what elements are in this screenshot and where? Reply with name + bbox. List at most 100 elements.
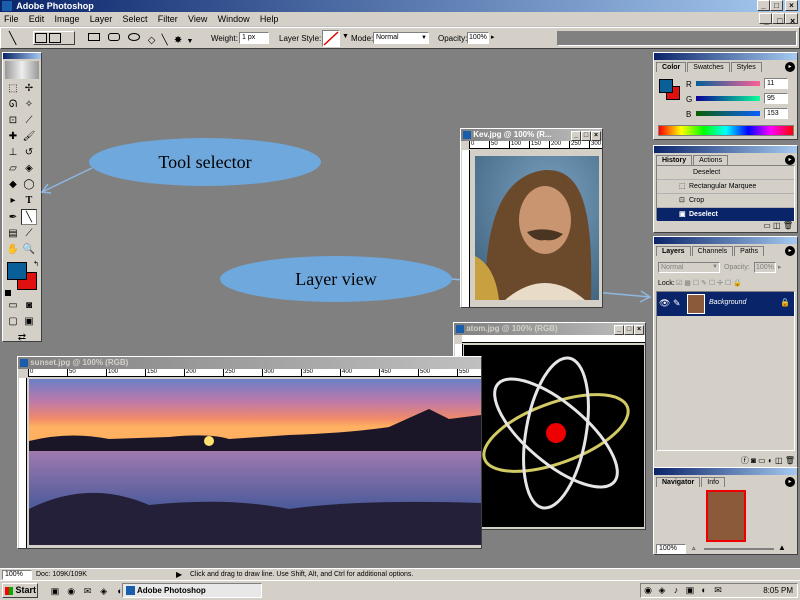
status-arrow-icon[interactable]: ▶	[176, 570, 182, 579]
tray-icon[interactable]: ▣	[684, 584, 696, 596]
g-slider[interactable]	[696, 96, 760, 101]
blur-tool-icon[interactable]: ◆	[5, 177, 21, 193]
notes-tool-icon[interactable]: ▤	[5, 226, 21, 242]
layer-style-swatch[interactable]	[322, 30, 340, 47]
history-brush-icon[interactable]: ↺	[21, 145, 37, 161]
opacity-arrow-icon[interactable]: ▸	[491, 33, 495, 41]
jump-to-imageready-icon[interactable]: ⇄	[5, 330, 39, 346]
pen-tool-icon[interactable]: ✒	[5, 210, 21, 226]
lock-all-checkbox[interactable]: ☐	[725, 280, 731, 287]
panel-menu-icon[interactable]: ▸	[785, 246, 795, 256]
lock-transparency-checkbox[interactable]: ☑	[676, 280, 682, 287]
menu-view[interactable]: View	[184, 14, 211, 24]
doc-restore-button[interactable]: □	[772, 13, 785, 26]
history-item[interactable]: Deselect	[657, 166, 794, 180]
history-item[interactable]: ⊡ Crop	[657, 194, 794, 208]
start-button[interactable]: Start	[2, 583, 38, 598]
marquee-tool-icon[interactable]: ⬚	[5, 81, 21, 97]
tab-actions[interactable]: Actions	[693, 155, 729, 165]
move-tool-icon[interactable]: ✢	[21, 81, 37, 97]
kev-maximize-button[interactable]: □	[581, 131, 591, 141]
tray-icon[interactable]: ◐	[698, 584, 710, 596]
trash-icon[interactable]: 🗑	[783, 221, 793, 230]
new-layer-icon[interactable]: ◫	[775, 456, 783, 465]
rounded-rectangle-icon[interactable]	[108, 33, 121, 41]
hand-tool-icon[interactable]: ✋	[5, 242, 21, 258]
menu-file[interactable]: File	[0, 14, 23, 24]
line-tool-icon[interactable]: ╲	[9, 31, 23, 45]
screen-mode-1-icon[interactable]: ▢	[5, 314, 21, 330]
r-slider[interactable]	[696, 81, 760, 86]
doc-close-button[interactable]: ×	[785, 13, 798, 26]
menu-help[interactable]: Help	[256, 14, 283, 24]
tray-icon[interactable]: ◉	[642, 584, 654, 596]
doc-minimize-button[interactable]: _	[759, 13, 772, 26]
zoom-in-icon[interactable]: ▲	[778, 543, 786, 552]
menu-image[interactable]: Image	[51, 14, 84, 24]
lock-move-checkbox[interactable]: ☐	[709, 280, 715, 287]
status-zoom[interactable]: 100%	[2, 570, 32, 580]
navigator-preview[interactable]	[706, 490, 746, 542]
layer-row-background[interactable]: 👁 ✎ Background 🔒	[657, 292, 794, 316]
polygon-icon[interactable]: ◇	[148, 35, 156, 46]
foreground-color[interactable]	[7, 262, 27, 280]
rectangle-shape-icon[interactable]	[88, 33, 100, 41]
lock-paint-checkbox[interactable]: ☐	[693, 280, 699, 287]
r-value[interactable]: 11	[764, 78, 788, 89]
default-colors-icon[interactable]	[5, 290, 11, 296]
sunset-document-window[interactable]: sunset.jpg @ 100% (RGB) 0 50 100 150 200 250 3…	[17, 356, 482, 549]
navigator-zoom-input[interactable]: 100%	[656, 544, 686, 554]
minimize-button[interactable]: _	[757, 0, 770, 11]
layers-opacity-input[interactable]: 100%	[754, 262, 776, 273]
tab-swatches[interactable]: Swatches	[687, 62, 730, 72]
crop-tool-icon[interactable]: ⊡	[5, 113, 21, 129]
atom-close-button[interactable]: ×	[634, 325, 644, 335]
kev-title-bar[interactable]: Kev.jpg @ 100% (R... _ □ ×	[461, 129, 602, 141]
kev-minimize-button[interactable]: _	[571, 131, 581, 141]
mode-select[interactable]: Normal ▼	[373, 32, 429, 44]
tab-styles[interactable]: Styles	[730, 62, 762, 72]
new-snapshot-icon[interactable]: ◫	[773, 221, 781, 230]
b-slider[interactable]	[696, 111, 760, 116]
eye-icon[interactable]: 👁	[659, 298, 670, 309]
kev-document-window[interactable]: Kev.jpg @ 100% (R... _ □ × 0 50 100 150 200 250…	[460, 128, 603, 308]
tab-channels[interactable]: Channels	[691, 246, 734, 256]
magic-wand-icon[interactable]: ✧	[21, 97, 37, 113]
layer-style-dropdown-icon[interactable]: ▼	[342, 33, 349, 40]
eraser-tool-icon[interactable]: ▱	[5, 161, 21, 177]
atom-maximize-button[interactable]: □	[624, 325, 634, 335]
layer-style-icon[interactable]: ⓕ	[741, 456, 749, 465]
panel-menu-icon[interactable]: ▸	[785, 155, 795, 165]
color-ramp[interactable]	[658, 125, 794, 136]
bucket-tool-icon[interactable]: ◈	[21, 161, 37, 177]
tray-icon[interactable]: ♪	[670, 584, 682, 596]
weight-input[interactable]: 1 px	[239, 32, 269, 44]
menu-edit[interactable]: Edit	[25, 14, 49, 24]
menu-layer[interactable]: Layer	[86, 14, 117, 24]
layer-set-icon[interactable]: ▭	[758, 456, 766, 465]
tray-icon[interactable]: ✉	[712, 584, 724, 596]
atom-title-bar[interactable]: atom.jpg @ 100% (RGB) _ □ ×	[454, 323, 645, 335]
mail-icon[interactable]: ✉	[81, 585, 93, 597]
path-select-icon[interactable]: ▸	[5, 193, 21, 209]
tab-navigator[interactable]: Navigator	[656, 477, 701, 487]
adjustment-layer-icon[interactable]: ◐	[768, 456, 773, 465]
opacity-input[interactable]: 100%	[467, 32, 489, 44]
zoom-tool-icon[interactable]: 🔍	[21, 242, 37, 258]
browser-icon[interactable]: ◉	[65, 585, 77, 597]
color-fg-swatch[interactable]	[659, 79, 673, 93]
quickmask-mode-icon[interactable]: ◙	[21, 298, 37, 314]
delete-layer-icon[interactable]: 🗑	[785, 456, 795, 465]
tab-info[interactable]: Info	[701, 477, 725, 487]
custom-shape-icon[interactable]: ✸	[174, 35, 182, 46]
atom-minimize-button[interactable]: _	[614, 325, 624, 335]
history-item[interactable]: ⬚ Rectangular Marquee	[657, 180, 794, 194]
history-item-selected[interactable]: ▣ Deselect	[657, 208, 794, 221]
lasso-tool-icon[interactable]: ᘏ	[5, 97, 21, 113]
ellipse-icon[interactable]	[128, 33, 141, 41]
tab-history[interactable]: History	[656, 155, 693, 165]
type-tool-icon[interactable]: T	[21, 193, 37, 209]
maximize-button[interactable]: □	[770, 0, 783, 11]
shape-layer-icon[interactable]	[35, 33, 47, 43]
shape-dropdown-icon[interactable]: ▼	[187, 38, 194, 45]
